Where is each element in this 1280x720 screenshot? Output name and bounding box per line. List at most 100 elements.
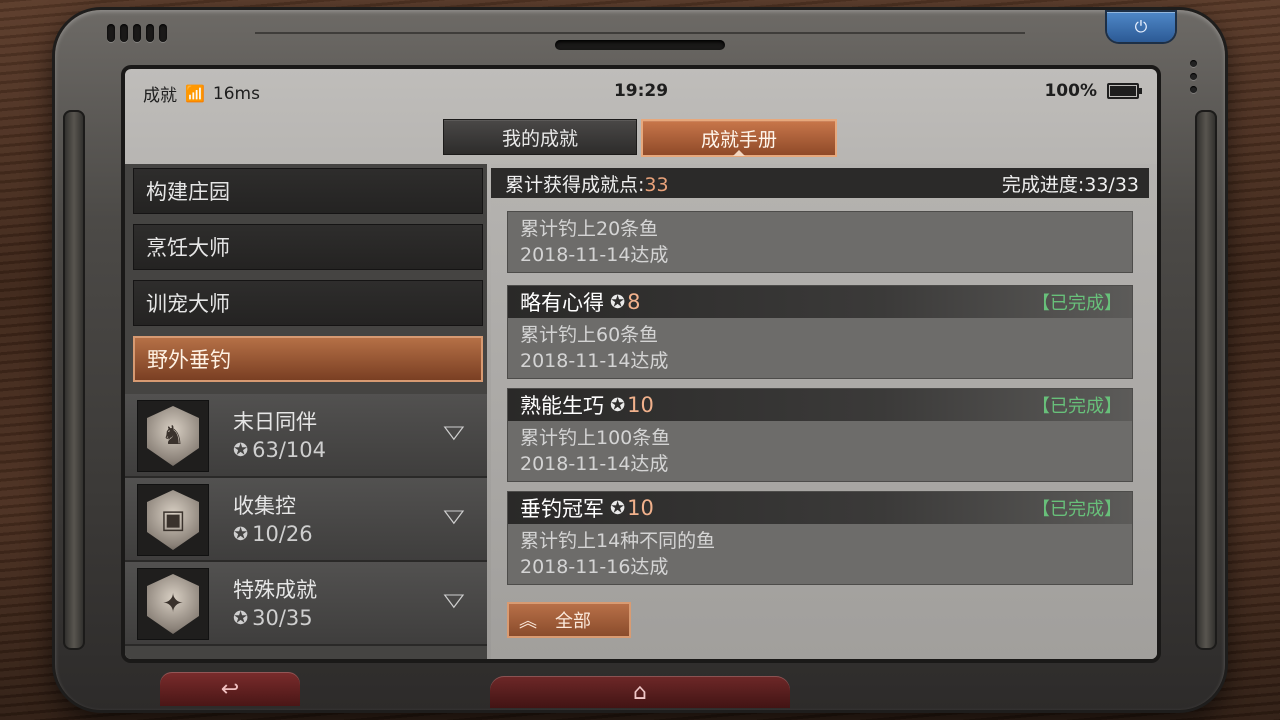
card-body: 累计钓上60条鱼 2018-11-14达成 xyxy=(508,318,1132,378)
medal-icon: ✪ xyxy=(610,291,626,313)
frame-line xyxy=(255,32,1025,34)
achievement-panel: 累计获得成就点:33 完成进度:33/33 累计钓上20条鱼 2018-11-1… xyxy=(491,164,1157,659)
achievement-group[interactable]: ♞ 末日同伴 ✪ 63/104 ▽ xyxy=(125,394,487,478)
progress-value: 33/33 xyxy=(1084,173,1139,196)
achievement-date: 2018-11-14达成 xyxy=(520,244,669,266)
achievement-points-value: 10 xyxy=(627,393,654,417)
chevron-down-icon[interactable]: ▽ xyxy=(444,590,465,611)
companion-emblem-icon: ♞ xyxy=(147,406,199,466)
category-item[interactable]: 训宠大师 xyxy=(133,280,483,326)
card-title: 熟能生巧 ✪ 10 xyxy=(520,390,654,420)
status-right: 100% xyxy=(1044,81,1142,101)
group-name: 特殊成就 xyxy=(233,578,317,602)
tab-bar: 我的成就 成就手册 xyxy=(443,119,837,157)
group-name: 收集控 xyxy=(233,494,296,518)
achievement-desc: 累计钓上100条鱼 xyxy=(520,427,671,449)
group-points: ✪ 30/35 xyxy=(233,606,313,630)
show-all-button[interactable]: ︽ 全部 xyxy=(507,602,631,638)
power-button[interactable]: ⏻ xyxy=(1107,12,1175,42)
card-body: 累计钓上100条鱼 2018-11-14达成 xyxy=(508,421,1132,481)
achievement-points: ✪ 10 xyxy=(610,393,654,417)
category-item[interactable]: 烹饪大师 xyxy=(133,224,483,270)
back-arrow-icon: ↩ xyxy=(220,676,240,702)
tab-my-achievements[interactable]: 我的成就 xyxy=(443,119,637,155)
show-all-label: 全部 xyxy=(555,611,591,632)
achievement-desc: 累计钓上20条鱼 xyxy=(520,218,659,240)
total-points-label: 累计获得成就点: xyxy=(505,173,645,196)
card-title: 垂钓冠军 ✪ 10 xyxy=(520,493,654,523)
achievement-card: 垂钓冠军 ✪ 10 【已完成】 累计钓上14种不同的鱼 2018-11-16达成 xyxy=(507,491,1133,585)
chevron-down-icon[interactable]: ▽ xyxy=(444,422,465,443)
tab-achievement-handbook[interactable]: 成就手册 xyxy=(641,119,837,157)
total-points-value: 33 xyxy=(644,173,669,196)
camera-dots xyxy=(1190,60,1197,93)
back-button[interactable]: ↩ xyxy=(160,672,300,706)
group-badge: ♞ xyxy=(137,400,209,472)
vents xyxy=(107,24,167,42)
achievement-title: 熟能生巧 xyxy=(520,394,604,418)
summary-bar: 累计获得成就点:33 完成进度:33/33 xyxy=(491,168,1149,198)
chevron-down-icon[interactable]: ▽ xyxy=(444,506,465,527)
category-sidebar: 构建庄园 烹饪大师 训宠大师 野外垂钓 ♞ 末日同伴 ✪ 63/104 ▽ ▣ … xyxy=(125,164,487,659)
group-badge: ▣ xyxy=(137,484,209,556)
special-emblem-icon: ✦ xyxy=(147,574,199,634)
achievement-points: ✪ 8 xyxy=(610,290,640,314)
achievement-group[interactable]: ▣ 收集控 ✪ 10/26 ▽ xyxy=(125,478,487,562)
medal-icon: ✪ xyxy=(610,394,626,416)
vent xyxy=(133,24,141,42)
power-icon: ⏻ xyxy=(1134,17,1148,36)
card-header: 垂钓冠军 ✪ 10 【已完成】 xyxy=(508,492,1132,524)
clock: 19:29 xyxy=(613,81,669,101)
battery-percent: 100% xyxy=(1044,81,1097,101)
group-points-value: 10/26 xyxy=(252,522,313,546)
achievement-title: 垂钓冠军 xyxy=(520,497,604,521)
group-name: 末日同伴 xyxy=(233,410,317,434)
category-item[interactable]: 构建庄园 xyxy=(133,168,483,214)
group-points: ✪ 10/26 xyxy=(233,522,313,546)
vent xyxy=(159,24,167,42)
progress-label: 完成进度: xyxy=(1001,173,1085,196)
group-points-value: 30/35 xyxy=(252,606,313,630)
achievement-points-value: 8 xyxy=(627,290,641,314)
medal-icon: ✪ xyxy=(610,497,626,519)
group-points: ✪ 63/104 xyxy=(233,438,326,462)
right-rail xyxy=(1195,110,1217,650)
progress: 完成进度:33/33 xyxy=(1002,170,1139,197)
card-body: 累计钓上20条鱼 2018-11-14达成 xyxy=(508,212,1132,272)
card-title: 略有心得 ✪ 8 xyxy=(520,287,640,317)
achievement-group[interactable]: ✦ 特殊成就 ✪ 30/35 ▽ xyxy=(125,562,487,646)
achievement-date: 2018-11-14达成 xyxy=(520,453,669,475)
screen: 成就 📶 16ms 19:29 100% 我的成就 成就手册 构建庄园 烹饪大师… xyxy=(121,65,1161,663)
device-frame: ⏻ 成就 📶 16ms 19:29 100% 我的成就 成就手册 构建庄园 烹饪… xyxy=(55,10,1225,710)
achievement-card: 略有心得 ✪ 8 【已完成】 累计钓上60条鱼 2018-11-14达成 xyxy=(507,285,1133,379)
achievement-date: 2018-11-16达成 xyxy=(520,556,669,578)
medal-icon: ✪ xyxy=(233,607,249,629)
achievement-date: 2018-11-14达成 xyxy=(520,350,669,372)
completed-status: 【已完成】 xyxy=(1032,396,1122,417)
speaker-slot xyxy=(555,40,725,50)
achievement-card: 熟能生巧 ✪ 10 【已完成】 累计钓上100条鱼 2018-11-14达成 xyxy=(507,388,1133,482)
achievement-desc: 累计钓上60条鱼 xyxy=(520,324,659,346)
status-bar: 成就 📶 16ms 19:29 100% xyxy=(125,69,1157,113)
achievement-desc: 累计钓上14种不同的鱼 xyxy=(520,530,716,552)
total-points: 累计获得成就点:33 xyxy=(505,170,669,197)
completed-status: 【已完成】 xyxy=(1032,293,1122,314)
completed-status: 【已完成】 xyxy=(1032,499,1122,520)
vent xyxy=(120,24,128,42)
medal-icon: ✪ xyxy=(233,439,249,461)
achievement-points: ✪ 10 xyxy=(610,496,654,520)
chevron-up-icon: ︽ xyxy=(519,611,537,632)
chest-emblem-icon: ▣ xyxy=(147,490,199,550)
vent xyxy=(107,24,115,42)
group-points-value: 63/104 xyxy=(252,438,326,462)
card-body: 累计钓上14种不同的鱼 2018-11-16达成 xyxy=(508,524,1132,584)
medal-icon: ✪ xyxy=(233,523,249,545)
battery-icon xyxy=(1107,83,1142,99)
card-header: 熟能生巧 ✪ 10 【已完成】 xyxy=(508,389,1132,421)
home-icon: ⌂ xyxy=(633,679,647,705)
card-header: 略有心得 ✪ 8 【已完成】 xyxy=(508,286,1132,318)
achievement-title: 略有心得 xyxy=(520,291,604,315)
left-rail xyxy=(63,110,85,650)
home-button[interactable]: ⌂ xyxy=(490,676,790,708)
category-item-active[interactable]: 野外垂钓 xyxy=(133,336,483,382)
